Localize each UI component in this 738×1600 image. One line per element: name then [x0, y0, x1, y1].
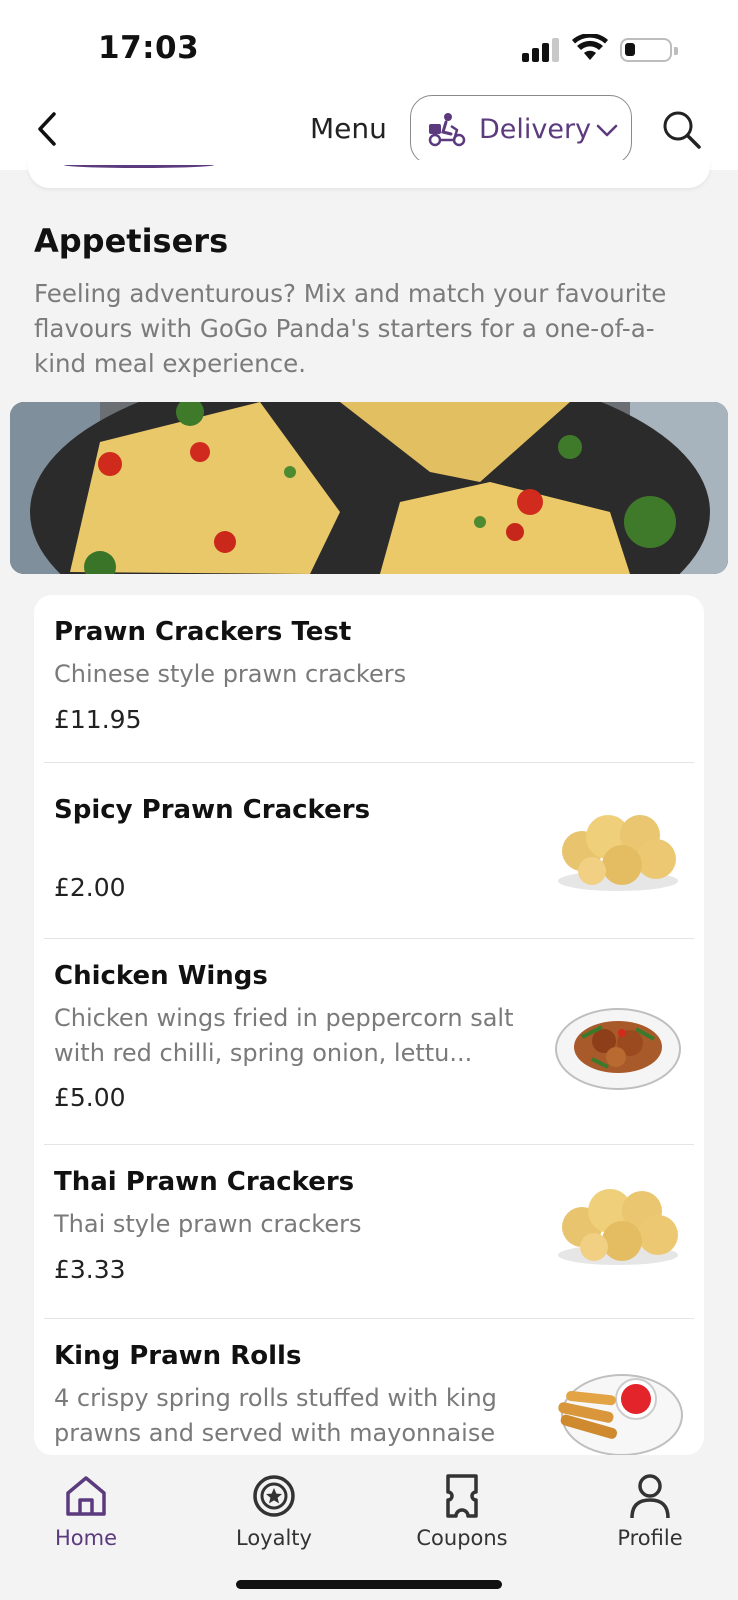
- home-icon: [66, 1476, 106, 1516]
- coupon-icon: [446, 1474, 478, 1518]
- spring-rolls-image: [558, 1374, 683, 1455]
- item-price: £2.00: [54, 873, 126, 902]
- back-icon[interactable]: [30, 108, 66, 150]
- nav-home-label: Home: [54, 1526, 117, 1550]
- nav-loyalty[interactable]: Loyalty: [194, 1460, 354, 1560]
- battery-icon: [620, 38, 678, 62]
- prawn-crackers-image: [558, 815, 678, 891]
- section-description: Feeling adventurous? Mix and match your …: [34, 279, 667, 378]
- status-time: 17:03: [98, 30, 200, 66]
- bottom-navigation: Home Loyalty Coupons Profile: [0, 1460, 738, 1600]
- item-description: Chinese style prawn crackers: [54, 660, 407, 688]
- prawn-crackers-image: [558, 1189, 678, 1265]
- delivery-mode-button[interactable]: Delivery: [410, 95, 632, 165]
- status-bar: 17:03: [0, 0, 738, 90]
- chevron-down-icon: [596, 124, 618, 137]
- item-price: £11.95: [54, 705, 142, 734]
- nav-coupons-label: Coupons: [416, 1526, 508, 1550]
- delivery-label: Delivery: [479, 114, 592, 145]
- chicken-wings-image: [555, 1008, 681, 1090]
- section-title: Appetisers: [34, 222, 229, 260]
- nav-home[interactable]: Home: [6, 1460, 166, 1560]
- nav-loyalty-label: Loyalty: [236, 1526, 312, 1550]
- section-banner-image: [10, 402, 728, 574]
- wifi-icon: [572, 34, 608, 60]
- item-description: Chicken wings fried in peppercorn salt w…: [54, 1004, 514, 1067]
- item-price: £3.33: [54, 1255, 126, 1284]
- item-name: Spicy Prawn Crackers: [54, 795, 371, 825]
- search-icon[interactable]: [660, 108, 702, 150]
- signal-icon: [522, 38, 562, 62]
- menu-item-chicken-wings[interactable]: Chicken Wings Chicken wings fried in pep…: [34, 939, 704, 1145]
- menu-item-king-prawn-rolls[interactable]: King Prawn Rolls 4 crispy spring rolls s…: [34, 1319, 704, 1455]
- item-description: Thai style prawn crackers: [54, 1210, 362, 1238]
- item-description: 4 crispy spring rolls stuffed with king …: [54, 1384, 497, 1447]
- item-name: Thai Prawn Crackers: [54, 1167, 355, 1197]
- menu-item-prawn-crackers-test[interactable]: Prawn Crackers Test Chinese style prawn …: [34, 595, 704, 763]
- nav-profile-label: Profile: [617, 1526, 683, 1550]
- previous-section-card: [28, 160, 710, 188]
- item-name: Prawn Crackers Test: [54, 617, 352, 647]
- home-indicator: [236, 1580, 502, 1589]
- menu-item-thai-prawn-crackers[interactable]: Thai Prawn Crackers Thai style prawn cra…: [34, 1145, 704, 1319]
- menu-item-spicy-prawn-crackers[interactable]: Spicy Prawn Crackers £2.00: [34, 763, 704, 939]
- menu-item-list: Prawn Crackers Test Chinese style prawn …: [34, 595, 704, 1455]
- item-name: King Prawn Rolls: [54, 1341, 302, 1371]
- nav-profile[interactable]: Profile: [570, 1460, 730, 1560]
- page-title: Menu: [310, 112, 387, 145]
- nav-coupons[interactable]: Coupons: [382, 1460, 542, 1560]
- scooter-icon: [428, 113, 466, 147]
- item-name: Chicken Wings: [54, 961, 268, 991]
- item-price: £5.00: [54, 1083, 126, 1112]
- header: Menu Delivery: [0, 90, 738, 170]
- profile-icon: [630, 1474, 670, 1519]
- loyalty-icon: [253, 1475, 295, 1517]
